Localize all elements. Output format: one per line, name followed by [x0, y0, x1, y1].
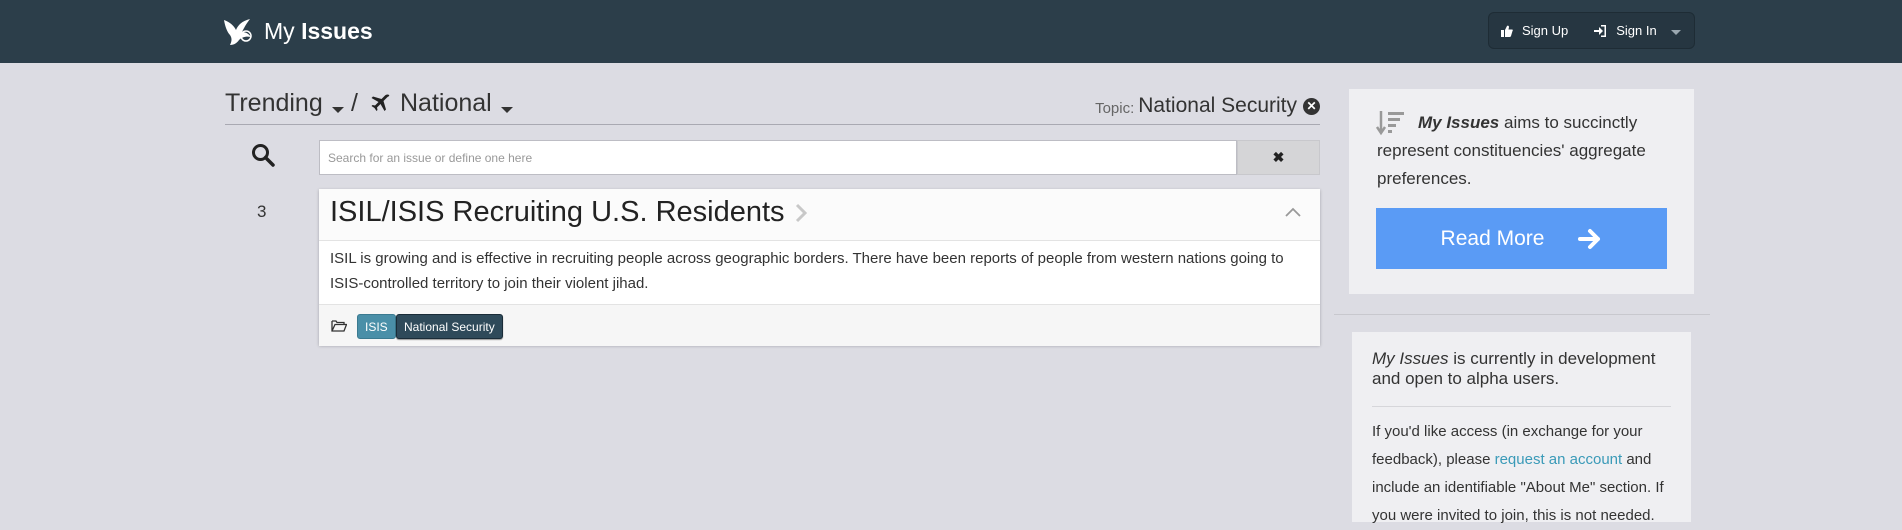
about-brand: My Issues [1418, 113, 1500, 132]
plane-icon [371, 93, 390, 111]
issue-title-link[interactable]: ISIL/ISIS Recruiting U.S. Residents [330, 196, 807, 229]
search-clear-button[interactable]: ✖ [1237, 140, 1320, 175]
thumbs-up-icon [1501, 25, 1513, 37]
chevron-down-icon[interactable] [1670, 29, 1681, 35]
chevron-right-icon [795, 203, 807, 222]
breadcrumb: Trending / National Topic: National Secu… [225, 86, 1320, 125]
national-dropdown[interactable]: National [370, 89, 513, 118]
folder-open-icon [331, 320, 347, 332]
brand-link[interactable]: My Issues [220, 10, 373, 52]
chevron-up-icon[interactable] [1284, 206, 1302, 218]
trending-label: Trending [225, 89, 323, 117]
tag-national-security[interactable]: National Security [396, 314, 503, 339]
issue-card-footer: ISIS National Security [319, 304, 1320, 346]
sign-in-label: Sign In [1616, 23, 1657, 38]
topic-value: National Security [1138, 94, 1297, 117]
sign-in-icon [1594, 24, 1607, 37]
brand-title: My Issues [264, 18, 373, 45]
sign-in-button[interactable]: Sign In [1594, 23, 1657, 38]
status-divider [1372, 406, 1671, 407]
sign-up-label: Sign Up [1522, 23, 1569, 38]
request-account-link[interactable]: request an account [1495, 451, 1623, 468]
status-panel: My Issues is currently in development an… [1352, 332, 1691, 524]
about-panel: My Issues aims to succinctly represent c… [1349, 89, 1694, 294]
close-icon[interactable]: ✕ [1303, 97, 1320, 115]
search-icon [252, 144, 275, 167]
caret-down-icon [331, 106, 344, 113]
search-input[interactable] [319, 140, 1237, 175]
sidebar-divider [1334, 314, 1710, 315]
tag-isis[interactable]: ISIS [357, 314, 396, 339]
issue-title: ISIL/ISIS Recruiting U.S. Residents [330, 196, 785, 228]
auth-menu: Sign Up Sign In [1488, 12, 1695, 49]
read-more-button[interactable]: Read More [1376, 208, 1667, 269]
status-brand: My Issues [1372, 349, 1449, 368]
sign-up-button[interactable]: Sign Up [1501, 23, 1568, 38]
brand-prefix: My [264, 17, 295, 44]
arrow-right-icon [1578, 228, 1601, 249]
national-label: National [400, 89, 492, 117]
about-text: My Issues aims to succinctly represent c… [1377, 109, 1677, 193]
status-text: My Issues is currently in development an… [1372, 349, 1672, 389]
trending-dropdown[interactable]: Trending [225, 89, 344, 118]
brand-strong: Issues [301, 17, 373, 44]
topic-filter: Topic: National Security ✕ [1095, 94, 1320, 118]
top-navbar: My Issues Sign Up Sign In [0, 0, 1902, 63]
read-more-label: Read More [1440, 226, 1545, 250]
access-text: If you'd like access (in exchange for yo… [1372, 418, 1677, 530]
caret-down-icon [500, 106, 513, 113]
topic-label: Topic: [1095, 99, 1135, 117]
bird-logo-icon [224, 19, 252, 45]
issue-card-header: ISIL/ISIS Recruiting U.S. Residents [319, 189, 1320, 241]
issue-rank: 3 [257, 202, 267, 221]
breadcrumb-separator: / [351, 89, 358, 117]
issue-card: ISIL/ISIS Recruiting U.S. Residents ISIL… [319, 189, 1320, 346]
issue-description: ISIL is growing and is effective in recr… [330, 250, 1284, 292]
